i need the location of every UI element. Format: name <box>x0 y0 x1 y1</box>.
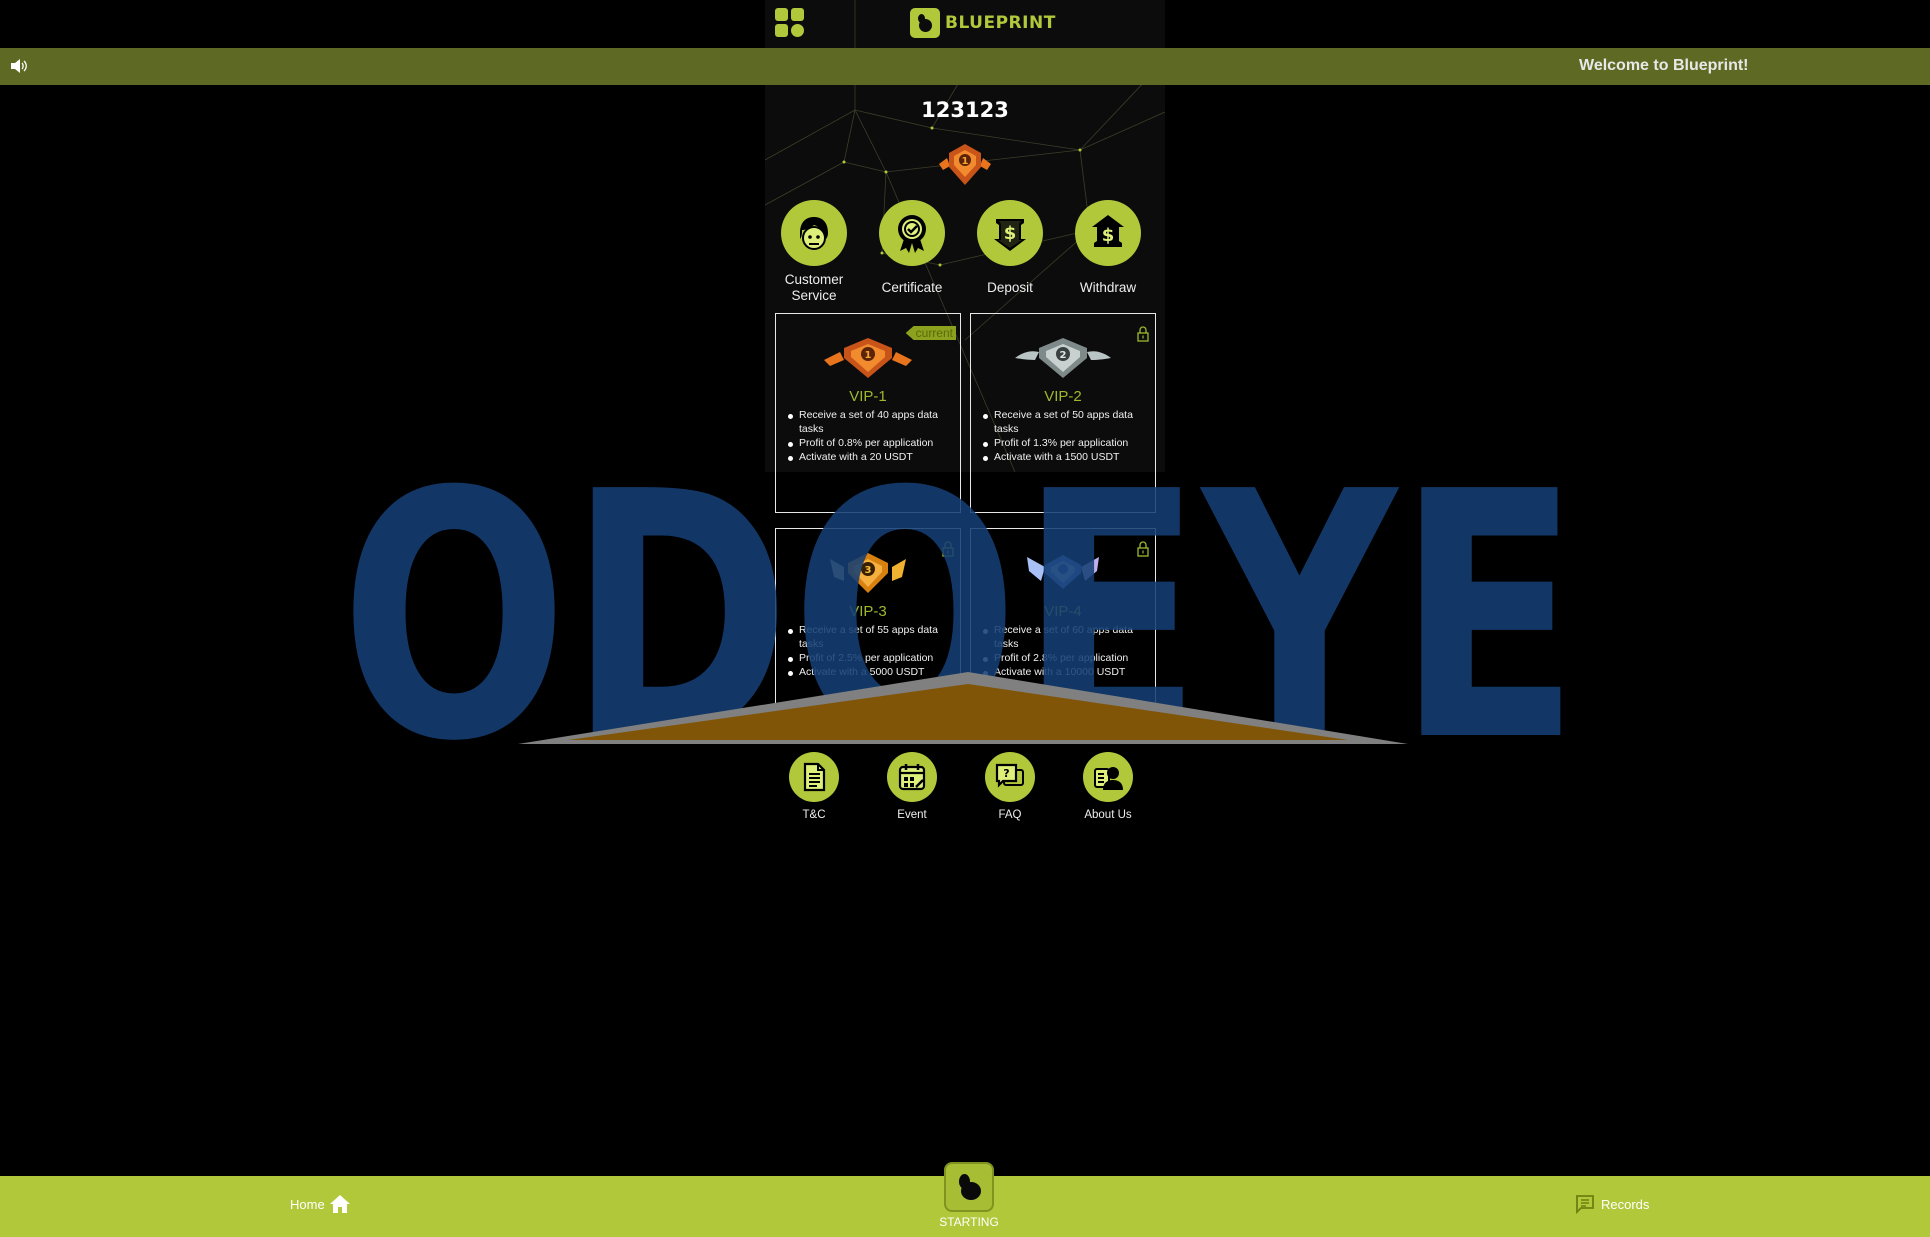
vip-feature: Profit of 2.5% per application <box>787 651 957 665</box>
vip-feature: Receive a set of 60 apps data tasks <box>982 623 1152 651</box>
vip-title: VIP-4 <box>1044 603 1082 620</box>
info-links: T&C Event ? FAQ About Us <box>765 752 1165 832</box>
deposit-button[interactable]: $ Deposit <box>961 200 1059 296</box>
vip-features: Receive a set of 60 apps data tasks Prof… <box>982 623 1152 679</box>
nav-starting-label: STARTING <box>939 1215 999 1229</box>
username: 123123 <box>921 98 1009 122</box>
starting-logo-icon <box>944 1162 994 1212</box>
lock-icon <box>942 541 954 557</box>
about-us-link[interactable]: About Us <box>1059 752 1157 821</box>
vip-2-badge-icon: 2 <box>1015 338 1111 378</box>
brand: BLUEPRINT <box>910 8 1056 38</box>
home-icon <box>329 1195 350 1213</box>
announcement-bar: Welcome to Blueprint! <box>0 48 1930 85</box>
calendar-icon <box>898 764 926 791</box>
vip-features: Receive a set of 55 apps data tasks Prof… <box>787 623 957 679</box>
withdraw-label: Withdraw <box>1079 280 1137 295</box>
deposit-label: Deposit <box>987 280 1033 295</box>
tnc-link[interactable]: T&C <box>765 752 863 821</box>
vip-4-badge-icon <box>1027 555 1099 589</box>
faq-chat-icon: ? <box>995 763 1024 788</box>
withdraw-button[interactable]: $ Withdraw <box>1059 200 1157 296</box>
customer-service-label: Customer Service <box>784 272 844 303</box>
svg-text:$: $ <box>1102 225 1115 246</box>
nav-home-label: Home <box>290 1196 325 1212</box>
headset-agent-icon <box>800 217 828 250</box>
event-label: Event <box>897 809 927 821</box>
vip-feature: Activate with a 20 USDT <box>787 450 957 464</box>
vip-feature: Activate with a 1500 USDT <box>982 450 1152 464</box>
document-icon <box>803 762 826 792</box>
quick-actions: Customer Service Certificate $ Deposit $… <box>765 200 1165 310</box>
vip-card-2[interactable]: 2 VIP-2 Receive a set of 50 apps data ta… <box>970 313 1156 513</box>
vip-feature: Receive a set of 40 apps data tasks <box>787 408 957 436</box>
bottom-navigation: Home STARTING Records <box>0 1162 1930 1237</box>
withdraw-dollar-icon: $ <box>1092 215 1124 247</box>
deposit-dollar-icon: $ <box>994 219 1026 251</box>
svg-text:1: 1 <box>962 156 969 167</box>
svg-text:?: ? <box>1003 767 1009 780</box>
tnc-label: T&C <box>802 809 826 821</box>
event-link[interactable]: Event <box>863 752 961 821</box>
certificate-button[interactable]: Certificate <box>863 200 961 296</box>
faq-label: FAQ <box>998 809 1022 821</box>
vip-feature: Receive a set of 50 apps data tasks <box>982 408 1152 436</box>
vip-feature: Profit of 1.3% per application <box>982 436 1152 450</box>
nav-records-label: Records <box>1601 1196 1650 1212</box>
grid-menu-icon[interactable] <box>775 8 805 38</box>
vip-feature: Activate with a 5000 USDT <box>787 665 957 679</box>
vip-feature: Activate with a 10000 USDT <box>982 665 1152 679</box>
lock-icon <box>1137 326 1149 342</box>
records-icon <box>1576 1195 1594 1214</box>
vip-title: VIP-1 <box>849 388 887 405</box>
vip-1-rank-icon: 1 <box>939 144 991 185</box>
vip-features: Receive a set of 50 apps data tasks Prof… <box>982 408 1152 464</box>
svg-text:2: 2 <box>1060 350 1067 361</box>
announcement-text: Welcome to Blueprint! <box>1579 57 1749 74</box>
lock-icon <box>1137 541 1149 557</box>
vip-features: Receive a set of 40 apps data tasks Prof… <box>787 408 957 464</box>
vip-title: VIP-2 <box>1044 388 1082 405</box>
nav-records[interactable]: Records <box>1575 1194 1649 1214</box>
svg-text:3: 3 <box>865 565 872 576</box>
vip-3-badge-icon: 3 <box>830 553 906 593</box>
customer-service-button[interactable]: Customer Service <box>765 200 863 304</box>
vip-feature: Profit of 2.8% per application <box>982 651 1152 665</box>
vip-card-4[interactable]: VIP-4 Receive a set of 60 apps data task… <box>970 528 1156 728</box>
watermark-triangle-outline <box>518 672 1408 744</box>
faq-link[interactable]: ? FAQ <box>961 752 1059 821</box>
vip-title: VIP-3 <box>849 603 887 620</box>
svg-text:$: $ <box>1004 223 1017 244</box>
brand-name: BLUEPRINT <box>945 13 1056 33</box>
vip-feature: Receive a set of 55 apps data tasks <box>787 623 957 651</box>
about-us-label: About Us <box>1084 809 1132 821</box>
certificate-label: Certificate <box>881 280 943 295</box>
app-header: BLUEPRINT <box>765 0 1165 48</box>
nav-starting[interactable]: STARTING <box>938 1162 1000 1229</box>
vip-1-badge-icon: 1 <box>824 338 912 378</box>
vip-feature: Profit of 0.8% per application <box>787 436 957 450</box>
vip-card-1[interactable]: current 1 VIP-1 Receive a set of 40 apps… <box>775 313 961 513</box>
svg-text:1: 1 <box>865 350 872 361</box>
vip-card-3[interactable]: 3 VIP-3 Receive a set of 55 apps data ta… <box>775 528 961 728</box>
certificate-badge-icon <box>898 215 926 253</box>
about-profile-icon <box>1094 767 1123 790</box>
brand-logo-icon <box>910 8 940 38</box>
speaker-icon[interactable] <box>10 58 28 74</box>
nav-home[interactable]: Home <box>290 1194 350 1214</box>
